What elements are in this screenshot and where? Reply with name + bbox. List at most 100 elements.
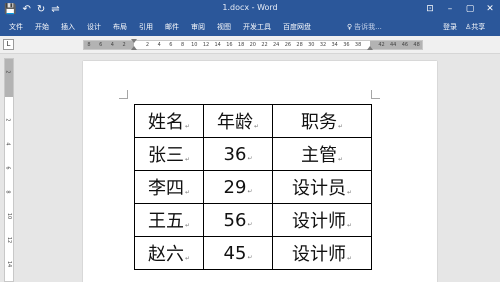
ruler-tick-label: 34 xyxy=(331,42,338,48)
ruler-tick-label: 6 xyxy=(99,42,103,48)
paragraph-mark: ↵ xyxy=(346,255,353,262)
ruler-tick-label: 2 xyxy=(4,70,11,74)
paragraph-mark: ↵ xyxy=(247,187,253,195)
tell-me-search[interactable]: ♀ 告诉我... xyxy=(347,19,382,36)
table-cell[interactable]: 年龄↵ xyxy=(203,104,273,138)
paragraph-mark: ↵ xyxy=(184,222,191,229)
right-indent-marker[interactable] xyxy=(367,46,373,50)
tab-baidu-netdisk[interactable]: 百度网盘 xyxy=(283,19,311,36)
cell-text: 29 xyxy=(223,176,247,198)
tab-design[interactable]: 设计 xyxy=(87,19,101,36)
ruler-tick-label: 28 xyxy=(296,42,303,48)
hanging-indent-marker[interactable] xyxy=(131,46,137,50)
paragraph-mark: ↵ xyxy=(184,156,191,163)
paragraph-mark: ↵ xyxy=(247,220,253,228)
tab-insert[interactable]: 插入 xyxy=(61,19,75,36)
lightbulb-icon: ♀ xyxy=(347,23,353,31)
crop-mark-top-right xyxy=(371,90,380,99)
table-cell[interactable]: 45↵ xyxy=(203,236,273,270)
ruler-tick-label: 2 xyxy=(4,118,11,122)
tab-view[interactable]: 视图 xyxy=(217,19,231,36)
ruler-tick-label: 14 xyxy=(214,42,221,48)
cell-text: 设计师 xyxy=(291,244,346,265)
ruler-tick-label: 4 xyxy=(4,142,11,146)
tab-review[interactable]: 审阅 xyxy=(191,19,205,36)
crop-mark-top-left xyxy=(119,90,128,99)
close-button[interactable]: ✕ xyxy=(480,0,500,19)
word-window: 💾 ↶ ↻ ⇌ 1.docx - Word ⊡ – ▢ ✕ 文件 开始 插入 设… xyxy=(0,0,500,282)
table-cell[interactable]: 56↵ xyxy=(203,203,273,237)
ruler-tick-label: 8 xyxy=(4,190,11,194)
ruler-tick-label: 38 xyxy=(354,42,362,48)
tab-layout[interactable]: 布局 xyxy=(113,19,127,36)
cell-text: 36 xyxy=(223,143,247,165)
paragraph-mark: ↵ xyxy=(247,154,253,162)
vertical-scrollbar[interactable] xyxy=(494,55,500,282)
ruler-tick-label: 4 xyxy=(110,42,114,48)
cell-text: 设计师 xyxy=(291,211,346,232)
tab-mailings[interactable]: 邮件 xyxy=(165,19,179,36)
left-margin-area xyxy=(84,41,134,49)
vertical-ruler[interactable]: 2246810121416 xyxy=(4,58,14,282)
table-cell[interactable]: 李四↵ xyxy=(134,170,204,204)
paragraph-mark: ↵ xyxy=(253,123,260,130)
table-cell[interactable]: 29↵ xyxy=(203,170,273,204)
ruler-tick-label: 32 xyxy=(319,42,327,48)
tab-home[interactable]: 开始 xyxy=(35,19,49,36)
ruler-tick-label: 26 xyxy=(284,42,292,48)
ruler-tick-label: 48 xyxy=(413,42,420,48)
table-cell[interactable]: 赵六↵ xyxy=(134,236,204,270)
sign-in-link[interactable]: 登录 xyxy=(443,19,457,36)
table-row: 王五↵ 56↵ 设计师↵ xyxy=(134,203,372,237)
table-cell[interactable]: 姓名↵ xyxy=(134,104,204,138)
ruler-tick-label: 42 xyxy=(378,42,385,48)
paragraph-mark: ↵ xyxy=(337,156,344,163)
horizontal-ruler[interactable]: 8 6 4 2 2 4 6 8 10 12 14 16 18 20 22 24 26 28 30 32 34 36 38 42… xyxy=(83,39,423,50)
paragraph-mark: ↵ xyxy=(346,189,353,196)
ruler-tick-label: 12 xyxy=(202,42,210,48)
tab-developer[interactable]: 开发工具 xyxy=(243,19,271,36)
share-label: 共享 xyxy=(471,23,486,31)
cell-text: 设计员 xyxy=(291,178,346,199)
title-bar: 💾 ↶ ↻ ⇌ 1.docx - Word ⊡ – ▢ ✕ xyxy=(0,0,500,19)
cell-text: 王五 xyxy=(147,211,184,232)
cell-text: 主管 xyxy=(300,145,337,166)
document-page[interactable]: 姓名↵ 年龄↵ 职务↵ 张三↵ 36↵ 主管↵ 李四↵ 29↵ 设计员↵ 王五↵… xyxy=(83,61,437,282)
table-row: 李四↵ 29↵ 设计员↵ xyxy=(134,170,372,204)
first-line-indent-marker[interactable] xyxy=(131,39,137,43)
ruler-tick-label: 6 xyxy=(169,42,173,48)
cell-text: 年龄 xyxy=(216,112,253,133)
table-cell[interactable]: 职务↵ xyxy=(272,104,372,138)
ribbon-tabs: 文件 开始 插入 设计 布局 引用 邮件 审阅 视图 开发工具 百度网盘 xyxy=(9,19,323,36)
ruler-tick-label: 2 xyxy=(122,42,126,48)
ribbon-tabs-bar: 文件 开始 插入 设计 布局 引用 邮件 审阅 视图 开发工具 百度网盘 ♀ 告诉… xyxy=(0,19,500,36)
paragraph-mark: ↵ xyxy=(346,222,353,229)
table-row: 张三↵ 36↵ 主管↵ xyxy=(134,137,372,171)
paragraph-mark: ↵ xyxy=(184,189,191,196)
tab-selector[interactable]: L xyxy=(3,39,14,50)
ruler-tick-label: 2 xyxy=(145,42,150,48)
ruler-tick-label: 10 xyxy=(191,42,198,48)
table-header-row: 姓名↵ 年龄↵ 职务↵ xyxy=(134,104,372,138)
table-cell[interactable]: 设计员↵ xyxy=(272,170,372,204)
minimize-button[interactable]: – xyxy=(440,0,460,19)
table-cell[interactable]: 王五↵ xyxy=(134,203,204,237)
ruler-tick-label: 12 xyxy=(6,236,13,244)
cell-text: 赵六 xyxy=(147,244,184,265)
tab-file[interactable]: 文件 xyxy=(9,19,23,36)
staff-table[interactable]: 姓名↵ 年龄↵ 职务↵ 张三↵ 36↵ 主管↵ 李四↵ 29↵ 设计员↵ 王五↵… xyxy=(134,104,372,270)
ruler-tick-label: 16 xyxy=(226,42,233,48)
document-area: 姓名↵ 年龄↵ 职务↵ 张三↵ 36↵ 主管↵ 李四↵ 29↵ 设计员↵ 王五↵… xyxy=(15,55,500,282)
table-cell[interactable]: 设计师↵ xyxy=(272,203,372,237)
maximize-button[interactable]: ▢ xyxy=(460,0,480,19)
cell-text: 45 xyxy=(223,242,247,264)
table-cell[interactable]: 36↵ xyxy=(203,137,273,171)
ruler-tick-label: 20 xyxy=(249,42,256,48)
table-cell[interactable]: 主管↵ xyxy=(272,137,372,171)
table-cell[interactable]: 设计师↵ xyxy=(272,236,372,270)
tab-references[interactable]: 引用 xyxy=(139,19,153,36)
ribbon-display-options-icon[interactable]: ⊡ xyxy=(420,0,440,19)
paragraph-mark: ↵ xyxy=(247,253,253,261)
share-button[interactable]: ♙共享 xyxy=(465,19,485,36)
table-cell[interactable]: 张三↵ xyxy=(134,137,204,171)
